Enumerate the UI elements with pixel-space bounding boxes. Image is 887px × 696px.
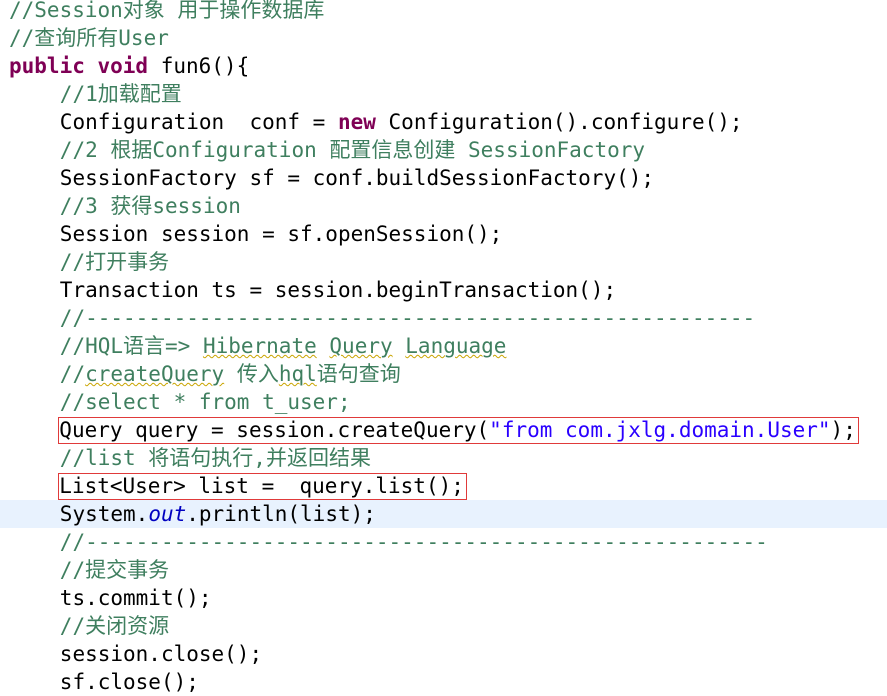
comment-token: //关闭资源 bbox=[59, 614, 170, 638]
code-line-content: //提交事务 bbox=[60, 558, 169, 582]
code-line[interactable]: //HQL语言=> Hibernate Query Language bbox=[0, 332, 887, 360]
code-line-content: //打开事务 bbox=[60, 250, 169, 274]
comment-token: //1加载配置 bbox=[59, 82, 182, 106]
comment-token: //提交事务 bbox=[59, 558, 170, 582]
code-line-content: //--------------------------------------… bbox=[60, 306, 755, 330]
code-line[interactable]: public void fun6(){ bbox=[0, 52, 887, 80]
comment-token: //打开事务 bbox=[59, 250, 170, 274]
code-line[interactable]: //关闭资源 bbox=[0, 612, 887, 640]
comment-token: Language bbox=[405, 334, 507, 358]
static-field-token: out bbox=[148, 502, 187, 526]
comment-token: //--------------------------------------… bbox=[59, 306, 756, 330]
comment-token: hql bbox=[278, 362, 317, 386]
code-line-content: //3 获得session bbox=[60, 194, 241, 218]
comment-token: //查询所有User bbox=[9, 26, 169, 50]
code-token: session.close(); bbox=[59, 642, 263, 666]
comment-token: //list 将语句执行,并返回结果 bbox=[59, 446, 371, 470]
string-token: "from com.jxlg.domain.User" bbox=[489, 418, 831, 442]
code-line-content: public void fun6(){ bbox=[9, 54, 249, 78]
highlighted-code-line[interactable]: List<User> list = query.list(); bbox=[0, 472, 887, 500]
code-token: List<User> list = query.list(); bbox=[59, 474, 464, 498]
code-line[interactable]: //打开事务 bbox=[0, 248, 887, 276]
code-line-content: //select * from t_user; bbox=[60, 390, 351, 414]
code-editor[interactable]: //Session对象 用于操作数据库 //查询所有User public void… bbox=[0, 0, 887, 694]
code-line-content: sf.close(); bbox=[60, 670, 199, 694]
code-token: .println(list); bbox=[186, 502, 376, 526]
code-token: Configuration conf = bbox=[59, 110, 338, 134]
comment-token: //Session对象 用于操作数据库 bbox=[9, 0, 325, 22]
code-line-content: //list 将语句执行,并返回结果 bbox=[60, 446, 371, 470]
comment-token: 传入 bbox=[224, 362, 279, 386]
keyword-token: public void bbox=[9, 54, 149, 78]
code-line-content: //HQL语言=> Hibernate Query Language bbox=[60, 334, 507, 358]
comment-token: //3 获得session bbox=[59, 194, 241, 218]
code-line-content: //1加载配置 bbox=[60, 82, 182, 106]
code-line-content: ts.commit(); bbox=[60, 586, 212, 610]
code-token: Session session = sf.openSession(); bbox=[59, 222, 503, 246]
code-line[interactable]: //提交事务 bbox=[0, 556, 887, 584]
code-line[interactable]: //3 获得session bbox=[0, 192, 887, 220]
comment-token: 语句查询 bbox=[316, 362, 401, 386]
code-token: System. bbox=[59, 502, 149, 526]
code-token: fun6(){ bbox=[148, 54, 250, 78]
comment-token: createQuery bbox=[85, 362, 225, 386]
code-line[interactable]: //createQuery 传入hql语句查询 bbox=[0, 360, 887, 388]
code-line-content: //2 根据Configuration 配置信息创建 SessionFactor… bbox=[60, 138, 645, 162]
code-line[interactable]: Transaction ts = session.beginTransactio… bbox=[0, 276, 887, 304]
code-token: Query query = session.createQuery( bbox=[59, 418, 490, 442]
code-token: Transaction ts = session.beginTransactio… bbox=[59, 278, 617, 302]
comment-token: //HQL语言=> bbox=[59, 334, 203, 358]
code-line-content: //Session对象 用于操作数据库 bbox=[9, 0, 324, 22]
code-line-content: Session session = sf.openSession(); bbox=[60, 222, 503, 246]
keyword-token: new bbox=[337, 110, 376, 134]
code-line-content: List<User> list = query.list(); bbox=[58, 473, 467, 500]
code-line-content: //查询所有User bbox=[9, 26, 169, 50]
comment-token: //--------------------------------------… bbox=[59, 530, 768, 554]
comment-token: //select * from t_user; bbox=[59, 390, 351, 414]
code-line[interactable]: SessionFactory sf = conf.buildSessionFac… bbox=[0, 164, 887, 192]
code-line[interactable]: //--------------------------------------… bbox=[0, 528, 887, 556]
code-line-content: SessionFactory sf = conf.buildSessionFac… bbox=[60, 166, 654, 190]
code-line-content: //关闭资源 bbox=[60, 614, 169, 638]
code-token: ts.commit(); bbox=[59, 586, 212, 610]
code-line[interactable]: //Session对象 用于操作数据库 bbox=[0, 0, 887, 24]
code-token: ); bbox=[830, 418, 856, 442]
code-line[interactable]: session.close(); bbox=[0, 640, 887, 668]
code-line-content: Transaction ts = session.beginTransactio… bbox=[60, 278, 616, 302]
comment-token: Hibernate bbox=[202, 334, 317, 358]
code-line-content: System.out.println(list); bbox=[60, 502, 376, 526]
code-line[interactable]: //查询所有User bbox=[0, 24, 887, 52]
code-line[interactable]: //2 根据Configuration 配置信息创建 SessionFactor… bbox=[0, 136, 887, 164]
code-line-content: Configuration conf = new Configuration()… bbox=[60, 110, 743, 134]
code-line[interactable]: //list 将语句执行,并返回结果 bbox=[0, 444, 887, 472]
code-line[interactable]: Configuration conf = new Configuration()… bbox=[0, 108, 887, 136]
code-line-content: session.close(); bbox=[60, 642, 262, 666]
highlighted-code-line[interactable]: Query query = session.createQuery("from … bbox=[0, 416, 887, 444]
comment-token: //2 根据Configuration 配置信息创建 SessionFactor… bbox=[59, 138, 646, 162]
code-line[interactable]: //select * from t_user; bbox=[0, 388, 887, 416]
comment-token bbox=[317, 334, 330, 358]
comment-token bbox=[393, 334, 406, 358]
code-token: Configuration().configure(); bbox=[375, 110, 743, 134]
current-code-line[interactable]: System.out.println(list); bbox=[0, 500, 887, 528]
code-line[interactable]: Session session = sf.openSession(); bbox=[0, 220, 887, 248]
code-token: sf.close(); bbox=[59, 670, 199, 694]
code-line[interactable]: sf.close(); bbox=[0, 668, 887, 696]
code-line[interactable]: ts.commit(); bbox=[0, 584, 887, 612]
comment-token: Query bbox=[329, 334, 393, 358]
code-token: SessionFactory sf = conf.buildSessionFac… bbox=[59, 166, 655, 190]
code-line-content: //--------------------------------------… bbox=[60, 530, 768, 554]
code-line[interactable]: //--------------------------------------… bbox=[0, 304, 887, 332]
code-line-content: //createQuery 传入hql语句查询 bbox=[60, 362, 401, 386]
code-line[interactable]: //1加载配置 bbox=[0, 80, 887, 108]
comment-token: // bbox=[59, 362, 86, 386]
code-line-content: Query query = session.createQuery("from … bbox=[58, 417, 859, 444]
